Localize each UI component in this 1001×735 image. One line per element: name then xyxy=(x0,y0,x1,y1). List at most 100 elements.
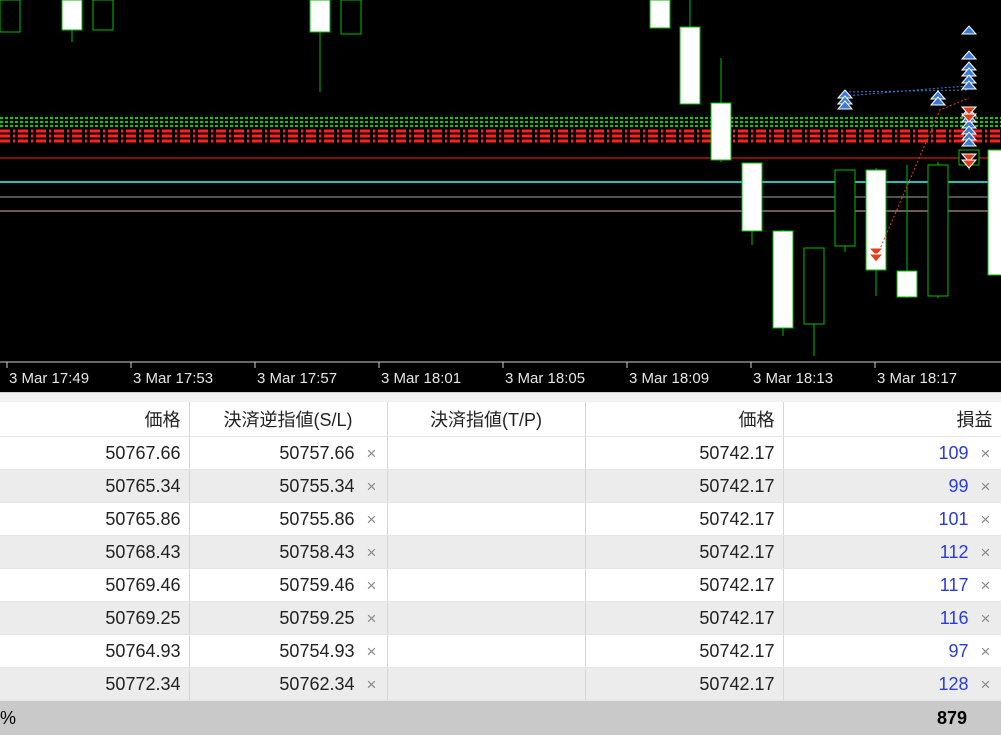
table-row[interactable]: 50764.93 50754.93 × 50742.17 97 × xyxy=(0,634,1001,668)
stop-loss-cell[interactable]: 50758.43 × xyxy=(189,535,388,569)
current-price-cell: 50742.17 xyxy=(585,436,784,470)
profit-cell: 116 × xyxy=(783,601,1001,635)
stop-loss-cell[interactable]: 50754.93 × xyxy=(189,634,388,668)
time-label: 3 Mar 18:01 xyxy=(381,370,461,387)
candle-body xyxy=(987,149,1001,276)
open-price-cell: 50768.43 xyxy=(0,535,190,569)
trade-link-line xyxy=(844,89,970,93)
open-price-cell: 50769.46 xyxy=(0,568,190,602)
open-price-cell: 50765.86 xyxy=(0,502,190,536)
trade-table: 価格 決済逆指値(S/L) 決済指値(T/P) 価格 損益 50767.66 50… xyxy=(0,402,1001,701)
open-price-cell: 50769.25 xyxy=(0,601,190,635)
stop-loss-cell[interactable]: 50755.34 × xyxy=(189,469,388,503)
stop-loss-cell[interactable]: 50759.25 × xyxy=(189,601,388,635)
time-label: 3 Mar 18:13 xyxy=(753,370,833,387)
close-position-icon[interactable]: × xyxy=(979,477,993,497)
trade-link-line xyxy=(844,85,970,97)
remove-stop-loss-icon[interactable]: × xyxy=(365,510,379,530)
remove-stop-loss-icon[interactable]: × xyxy=(365,576,379,596)
table-row[interactable]: 50769.46 50759.46 × 50742.17 117 × xyxy=(0,568,1001,602)
candle-body xyxy=(92,0,114,31)
total-profit: 879 xyxy=(936,708,967,728)
remove-stop-loss-icon[interactable]: × xyxy=(365,444,379,464)
candle-body xyxy=(649,0,671,29)
table-row[interactable]: 50769.25 50759.25 × 50742.17 116 × xyxy=(0,601,1001,635)
profit-cell: 99 × xyxy=(783,469,1001,503)
candle-body xyxy=(679,26,701,105)
time-label: 3 Mar 17:57 xyxy=(257,370,337,387)
open-price-cell: 50765.34 xyxy=(0,469,190,503)
table-row[interactable]: 50767.66 50757.66 × 50742.17 109 × xyxy=(0,436,1001,470)
candle-body xyxy=(896,270,918,298)
close-position-icon[interactable]: × xyxy=(979,543,993,563)
current-price-cell: 50742.17 xyxy=(585,535,784,569)
time-label: 3 Mar 18:17 xyxy=(877,370,957,387)
candle-body xyxy=(834,169,856,247)
take-profit-cell[interactable] xyxy=(387,568,586,602)
candle-body xyxy=(772,230,794,329)
stop-loss-cell[interactable]: 50755.86 × xyxy=(189,502,388,536)
current-price-cell: 50742.17 xyxy=(585,502,784,536)
profit-cell: 109 × xyxy=(783,436,1001,470)
candle-body xyxy=(803,247,825,325)
table-row[interactable]: 50772.34 50762.34 × 50742.17 128 × xyxy=(0,667,1001,701)
stop-loss-cell[interactable]: 50762.34 × xyxy=(189,667,388,701)
profit-cell: 112 × xyxy=(783,535,1001,569)
time-label: 3 Mar 18:09 xyxy=(629,370,709,387)
candle-body xyxy=(61,0,83,31)
table-header-row: 価格 決済逆指値(S/L) 決済指値(T/P) 価格 損益 xyxy=(0,402,1001,437)
remove-stop-loss-icon[interactable]: × xyxy=(365,675,379,695)
open-price-cell: 50772.34 xyxy=(0,667,190,701)
column-header-stop-loss[interactable]: 決済逆指値(S/L) xyxy=(189,402,388,437)
candle-body xyxy=(741,162,763,232)
margin-percent: % xyxy=(0,708,17,728)
close-position-icon[interactable]: × xyxy=(979,642,993,662)
column-header-price[interactable]: 価格 xyxy=(0,402,190,437)
chart-canvas[interactable]: 3 Mar 17:49 3 Mar 17:53 3 Mar 17:57 3 Mar 1… xyxy=(0,0,1001,392)
current-price-cell: 50742.17 xyxy=(585,667,784,701)
profit-cell: 128 × xyxy=(783,667,1001,701)
remove-stop-loss-icon[interactable]: × xyxy=(365,642,379,662)
take-profit-cell[interactable] xyxy=(387,502,586,536)
take-profit-cell[interactable] xyxy=(387,634,586,668)
take-profit-cell[interactable] xyxy=(387,469,586,503)
close-position-icon[interactable]: × xyxy=(979,510,993,530)
close-position-icon[interactable]: × xyxy=(979,609,993,629)
remove-stop-loss-icon[interactable]: × xyxy=(365,477,379,497)
take-profit-cell[interactable] xyxy=(387,601,586,635)
current-price-cell: 50742.17 xyxy=(585,634,784,668)
close-position-icon[interactable]: × xyxy=(979,675,993,695)
current-price-cell: 50742.17 xyxy=(585,568,784,602)
column-header-current-price[interactable]: 価格 xyxy=(585,402,784,437)
table-row[interactable]: 50768.43 50758.43 × 50742.17 112 × xyxy=(0,535,1001,569)
candle-body xyxy=(340,0,362,35)
profit-cell: 101 × xyxy=(783,502,1001,536)
table-row[interactable]: 50765.34 50755.34 × 50742.17 99 × xyxy=(0,469,1001,503)
candle-body xyxy=(309,0,331,33)
take-profit-cell[interactable] xyxy=(387,436,586,470)
summary-bar: % 879 xyxy=(0,701,1001,735)
remove-stop-loss-icon[interactable]: × xyxy=(365,609,379,629)
buy-arrow-icon xyxy=(960,50,978,60)
candle-body xyxy=(927,164,949,297)
candle-body xyxy=(710,102,732,161)
column-header-take-profit[interactable]: 決済指値(T/P) xyxy=(387,402,586,437)
buy-arrow-icon xyxy=(960,25,978,35)
profit-cell: 97 × xyxy=(783,634,1001,668)
stop-loss-cell[interactable]: 50759.46 × xyxy=(189,568,388,602)
time-label: 3 Mar 17:53 xyxy=(133,370,213,387)
current-price-cell: 50742.17 xyxy=(585,469,784,503)
close-position-icon[interactable]: × xyxy=(979,444,993,464)
candle-body xyxy=(0,0,21,33)
price-chart[interactable]: 3 Mar 17:49 3 Mar 17:53 3 Mar 17:57 3 Mar 1… xyxy=(0,0,1001,392)
column-header-profit[interactable]: 損益 xyxy=(783,402,1001,437)
stop-loss-cell[interactable]: 50757.66 × xyxy=(189,436,388,470)
close-position-icon[interactable]: × xyxy=(979,576,993,596)
remove-stop-loss-icon[interactable]: × xyxy=(365,543,379,563)
profit-cell: 117 × xyxy=(783,568,1001,602)
open-price-cell: 50767.66 xyxy=(0,436,190,470)
table-row[interactable]: 50765.86 50755.86 × 50742.17 101 × xyxy=(0,502,1001,536)
take-profit-cell[interactable] xyxy=(387,667,586,701)
take-profit-cell[interactable] xyxy=(387,535,586,569)
time-label: 3 Mar 18:05 xyxy=(505,370,585,387)
